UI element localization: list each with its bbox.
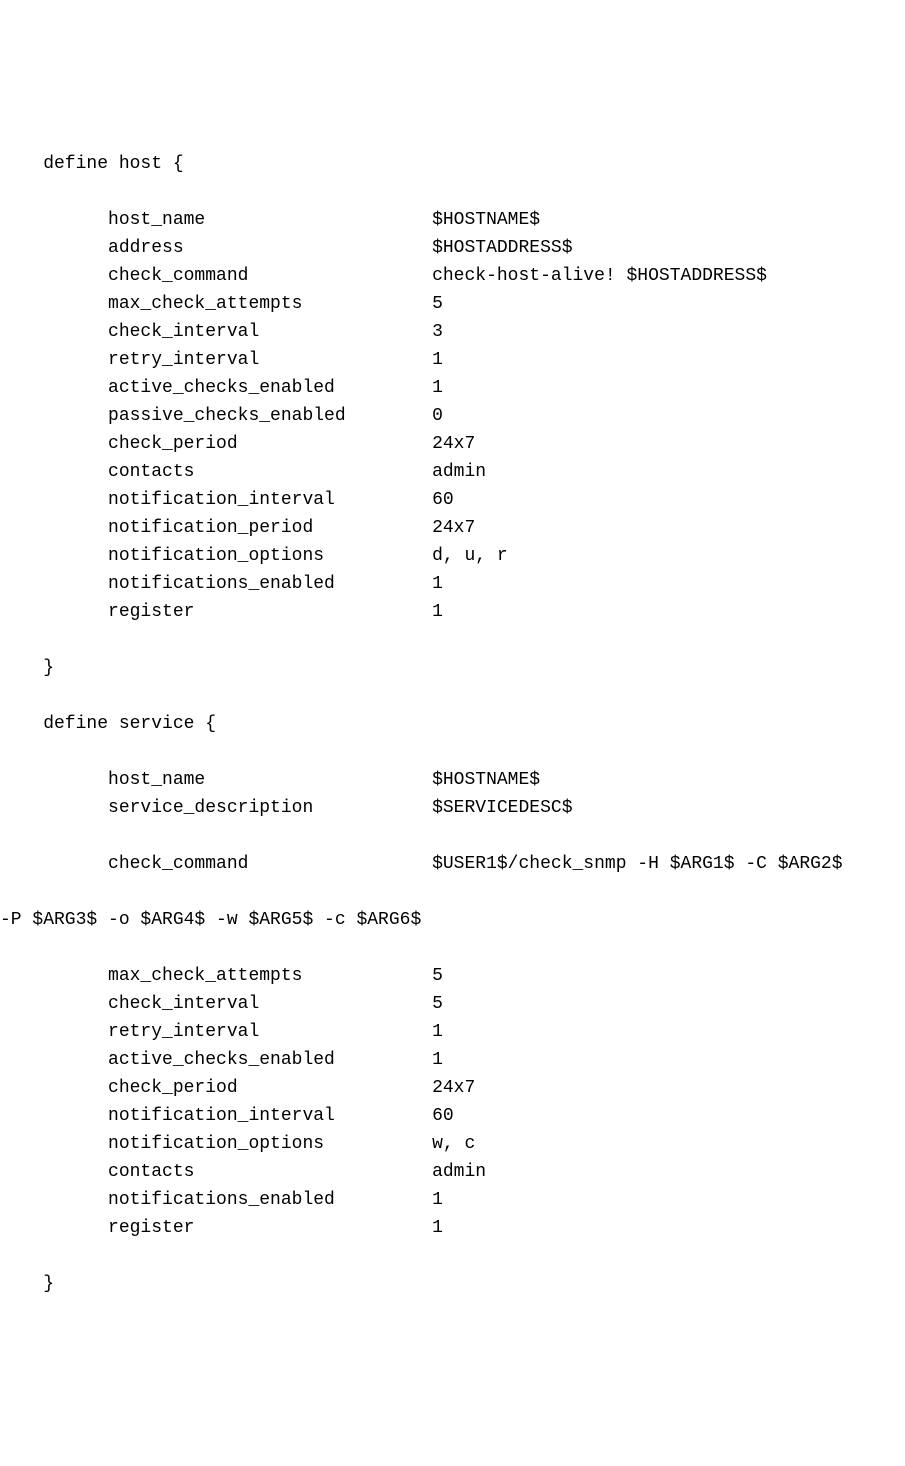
host-entry-check_interval: check_interval 3 bbox=[0, 318, 905, 346]
service-entry-register: register 1 bbox=[0, 1214, 905, 1242]
service-close-line: } bbox=[0, 1270, 905, 1298]
service-entry-notification_options: notification_options w, c bbox=[0, 1130, 905, 1158]
service-entry-service_description: service_description $SERVICEDESC$ bbox=[0, 794, 905, 822]
host-close-line: } bbox=[0, 654, 905, 682]
host-entry-notification_options: notification_options d, u, r bbox=[0, 542, 905, 570]
host-entry-passive_checks_enabled: passive_checks_enabled 0 bbox=[0, 402, 905, 430]
host-entry-check_period: check_period 24x7 bbox=[0, 430, 905, 458]
service-entry-max_check_attempts: max_check_attempts 5 bbox=[0, 962, 905, 990]
service-entry-host_name: host_name $HOSTNAME$ bbox=[0, 766, 905, 794]
service-open-line: define service { bbox=[0, 710, 905, 738]
host-entry-notifications_enabled: notifications_enabled 1 bbox=[0, 570, 905, 598]
host-open-line: define host { bbox=[0, 150, 905, 178]
service-entry-contacts: contacts admin bbox=[0, 1158, 905, 1186]
host-entry-notification_interval: notification_interval 60 bbox=[0, 486, 905, 514]
host-entry-register: register 1 bbox=[0, 598, 905, 626]
host-entry-notification_period: notification_period 24x7 bbox=[0, 514, 905, 542]
service-entry-check_period: check_period 24x7 bbox=[0, 1074, 905, 1102]
service-entry-notification_interval: notification_interval 60 bbox=[0, 1102, 905, 1130]
host-entry-retry_interval: retry_interval 1 bbox=[0, 346, 905, 374]
host-entry-host_name: host_name $HOSTNAME$ bbox=[0, 206, 905, 234]
service-entry-retry_interval: retry_interval 1 bbox=[0, 1018, 905, 1046]
host-entry-contacts: contacts admin bbox=[0, 458, 905, 486]
service-entry-notifications_enabled: notifications_enabled 1 bbox=[0, 1186, 905, 1214]
host-entry-address: address $HOSTADDRESS$ bbox=[0, 234, 905, 262]
host-entry-check_command: check_command check-host-alive! $HOSTADD… bbox=[0, 262, 905, 290]
service-check-command-line2: -P $ARG3$ -o $ARG4$ -w $ARG5$ -c $ARG6$ bbox=[0, 906, 905, 934]
service-entry-check_interval: check_interval 5 bbox=[0, 990, 905, 1018]
service-entry-active_checks_enabled: active_checks_enabled 1 bbox=[0, 1046, 905, 1074]
config-code-block: define host { host_name $HOSTNAME$ addre… bbox=[0, 122, 905, 1326]
host-entry-active_checks_enabled: active_checks_enabled 1 bbox=[0, 374, 905, 402]
service-check-command-line1: check_command $USER1$/check_snmp -H $ARG… bbox=[0, 850, 905, 878]
host-entry-max_check_attempts: max_check_attempts 5 bbox=[0, 290, 905, 318]
